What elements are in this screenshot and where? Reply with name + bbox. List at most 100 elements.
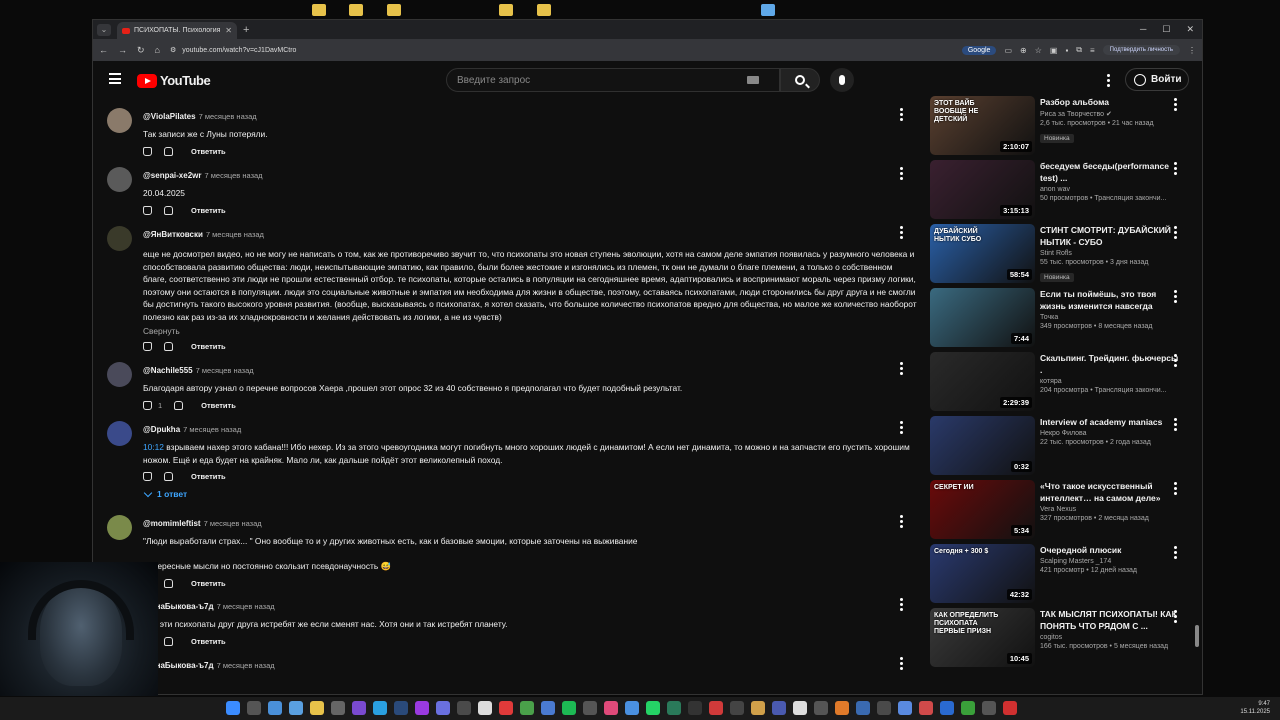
google-button[interactable]: Google bbox=[961, 45, 997, 55]
app-icon[interactable] bbox=[478, 701, 492, 715]
app-icon[interactable] bbox=[541, 701, 555, 715]
folder-icon[interactable] bbox=[387, 4, 401, 16]
comment-more-icon[interactable] bbox=[896, 657, 906, 670]
start-icon[interactable] bbox=[226, 701, 240, 715]
related-video[interactable]: Сегодня + 300 $ 42:32 Очередной плюсик Scal… bbox=[930, 544, 1192, 604]
channel-name[interactable]: Точка bbox=[1040, 314, 1180, 321]
comment-time[interactable]: 7 месяцев назад bbox=[206, 230, 264, 239]
dislike-icon[interactable] bbox=[164, 205, 173, 215]
video-more-icon[interactable] bbox=[1170, 418, 1180, 431]
app-icon[interactable] bbox=[919, 701, 933, 715]
video-title[interactable]: «Что такое искусственный интеллект… на с… bbox=[1040, 480, 1180, 504]
like-icon[interactable] bbox=[143, 146, 152, 156]
dislike-icon[interactable] bbox=[164, 636, 173, 646]
explorer-icon[interactable] bbox=[310, 701, 324, 715]
maximize-icon[interactable]: ☐ bbox=[1162, 24, 1170, 35]
avatar[interactable] bbox=[107, 362, 132, 387]
comment-more-icon[interactable] bbox=[896, 226, 906, 239]
tab-search-button[interactable]: ⌄ bbox=[97, 23, 111, 36]
terminal-icon[interactable] bbox=[688, 701, 702, 715]
related-video[interactable]: ДУБАЙСКИЙ НЫТИК СУБО 58:54 СТИНТ СМОТРИТ: … bbox=[930, 224, 1192, 284]
site-info-icon[interactable]: ⚙ bbox=[170, 46, 176, 54]
settings-kebab-icon[interactable] bbox=[1103, 74, 1113, 87]
video-more-icon[interactable] bbox=[1170, 482, 1180, 495]
comment-author[interactable]: @Dpukha bbox=[143, 425, 180, 434]
video-title[interactable]: Очередной плюсик bbox=[1040, 544, 1180, 556]
channel-name[interactable]: Vera Nexus bbox=[1040, 506, 1180, 513]
firefox-icon[interactable] bbox=[835, 701, 849, 715]
video-thumbnail[interactable]: 3:15:13 bbox=[930, 160, 1035, 219]
comment-more-icon[interactable] bbox=[896, 167, 906, 180]
video-more-icon[interactable] bbox=[1170, 162, 1180, 175]
extensions-puzzle-icon[interactable]: ⧉ bbox=[1076, 45, 1082, 55]
reply-button[interactable]: Ответить bbox=[191, 637, 226, 646]
comment-author[interactable]: @Nachile555 bbox=[143, 366, 193, 375]
avatar[interactable] bbox=[107, 108, 132, 133]
dislike-icon[interactable] bbox=[164, 146, 173, 156]
app-icon[interactable] bbox=[583, 701, 597, 715]
extension-icon[interactable]: ▣ bbox=[1050, 46, 1058, 55]
comment-author[interactable]: @momimleftist bbox=[143, 519, 201, 528]
url-field[interactable]: ⚙ youtube.com/watch?v=cJ1DavMCtro bbox=[170, 42, 296, 58]
keyboard-icon[interactable] bbox=[747, 76, 759, 84]
comment-more-icon[interactable] bbox=[896, 421, 906, 434]
voice-search-button[interactable] bbox=[830, 68, 854, 92]
app-icon[interactable] bbox=[1003, 701, 1017, 715]
channel-name[interactable]: Stint Rofls bbox=[1040, 250, 1180, 257]
timestamp-link[interactable]: 10:12 bbox=[143, 442, 164, 452]
app-icon[interactable] bbox=[352, 701, 366, 715]
video-title[interactable]: Скальпинг. Трейдинг. фьючерсы . bbox=[1040, 352, 1180, 376]
channel-name[interactable]: Scalping Masters _174 bbox=[1040, 558, 1180, 565]
app-icon[interactable] bbox=[761, 4, 775, 16]
yandex-icon[interactable] bbox=[499, 701, 513, 715]
avatar[interactable] bbox=[107, 226, 132, 251]
spotify-icon[interactable] bbox=[562, 701, 576, 715]
close-tab-icon[interactable]: ✕ bbox=[225, 26, 232, 35]
show-replies-button[interactable]: 1 ответ bbox=[143, 488, 917, 499]
chrome-icon[interactable] bbox=[520, 701, 534, 715]
app-icon[interactable] bbox=[793, 701, 807, 715]
related-video[interactable]: 2:29:39 Скальпинг. Трейдинг. фьючерсы . ко… bbox=[930, 352, 1192, 412]
telegram-icon[interactable] bbox=[373, 701, 387, 715]
video-title[interactable]: СТИНТ СМОТРИТ: ДУБАЙСКИЙ НЫТИК - СУБО bbox=[1040, 224, 1180, 248]
video-more-icon[interactable] bbox=[1170, 98, 1180, 111]
comment-time[interactable]: 7 месяцев назад bbox=[199, 112, 257, 121]
app-icon[interactable] bbox=[940, 701, 954, 715]
system-clock[interactable]: 9:47 15.11.2025 bbox=[1240, 700, 1270, 716]
video-title[interactable]: Если ты поймёшь, это твоя жизнь изменитс… bbox=[1040, 288, 1180, 312]
comment-more-icon[interactable] bbox=[896, 515, 906, 528]
collapse-link[interactable]: Свернуть bbox=[143, 326, 917, 336]
folder-icon[interactable] bbox=[537, 4, 551, 16]
reply-button[interactable]: Ответить bbox=[191, 472, 226, 481]
comment-author[interactable]: @ViolaPilates bbox=[143, 112, 196, 121]
search-icon[interactable] bbox=[247, 701, 261, 715]
video-thumbnail[interactable]: 2:29:39 bbox=[930, 352, 1035, 411]
cast-icon[interactable]: ▭ bbox=[1004, 46, 1012, 55]
video-title[interactable]: ТАК МЫСЛЯТ ПСИХОПАТЫ! КАК ПОНЯТЬ ЧТО РЯД… bbox=[1040, 608, 1180, 632]
like-icon[interactable] bbox=[143, 400, 152, 410]
video-thumbnail[interactable]: СЕКРЕТ ИИ 5:34 bbox=[930, 480, 1035, 539]
video-title[interactable]: Разбор альбома bbox=[1040, 96, 1180, 108]
comment-time[interactable]: 7 месяцев назад bbox=[205, 171, 263, 180]
channel-name[interactable]: cogitos bbox=[1040, 634, 1180, 641]
dislike-icon[interactable] bbox=[164, 472, 173, 481]
related-video[interactable]: 3:15:13 беседуем беседы(performance test)… bbox=[930, 160, 1192, 220]
steam-icon[interactable] bbox=[394, 701, 408, 715]
extension-icon[interactable]: ▪ bbox=[1065, 46, 1068, 55]
reply-button[interactable]: Ответить bbox=[201, 401, 236, 410]
channel-name[interactable]: Риса за Творчество ✔ bbox=[1040, 110, 1180, 118]
app-icon[interactable] bbox=[877, 701, 891, 715]
bookmark-star-icon[interactable]: ☆ bbox=[1035, 46, 1042, 55]
app-icon[interactable] bbox=[898, 701, 912, 715]
related-video[interactable]: 0:32 Interview of academy maniacs Некро Фи… bbox=[930, 416, 1192, 476]
hamburger-menu-icon[interactable] bbox=[109, 73, 121, 84]
app-icon[interactable] bbox=[415, 701, 429, 715]
forward-icon[interactable]: → bbox=[118, 45, 127, 55]
like-icon[interactable] bbox=[143, 472, 152, 481]
reload-icon[interactable]: ↻ bbox=[137, 45, 145, 56]
home-icon[interactable]: ⌂ bbox=[155, 45, 160, 55]
video-thumbnail[interactable]: ДУБАЙСКИЙ НЫТИК СУБО 58:54 bbox=[930, 224, 1035, 283]
folder-icon[interactable] bbox=[312, 4, 326, 16]
video-title[interactable]: беседуем беседы(performance test) ... bbox=[1040, 160, 1180, 184]
app-icon[interactable] bbox=[856, 701, 870, 715]
